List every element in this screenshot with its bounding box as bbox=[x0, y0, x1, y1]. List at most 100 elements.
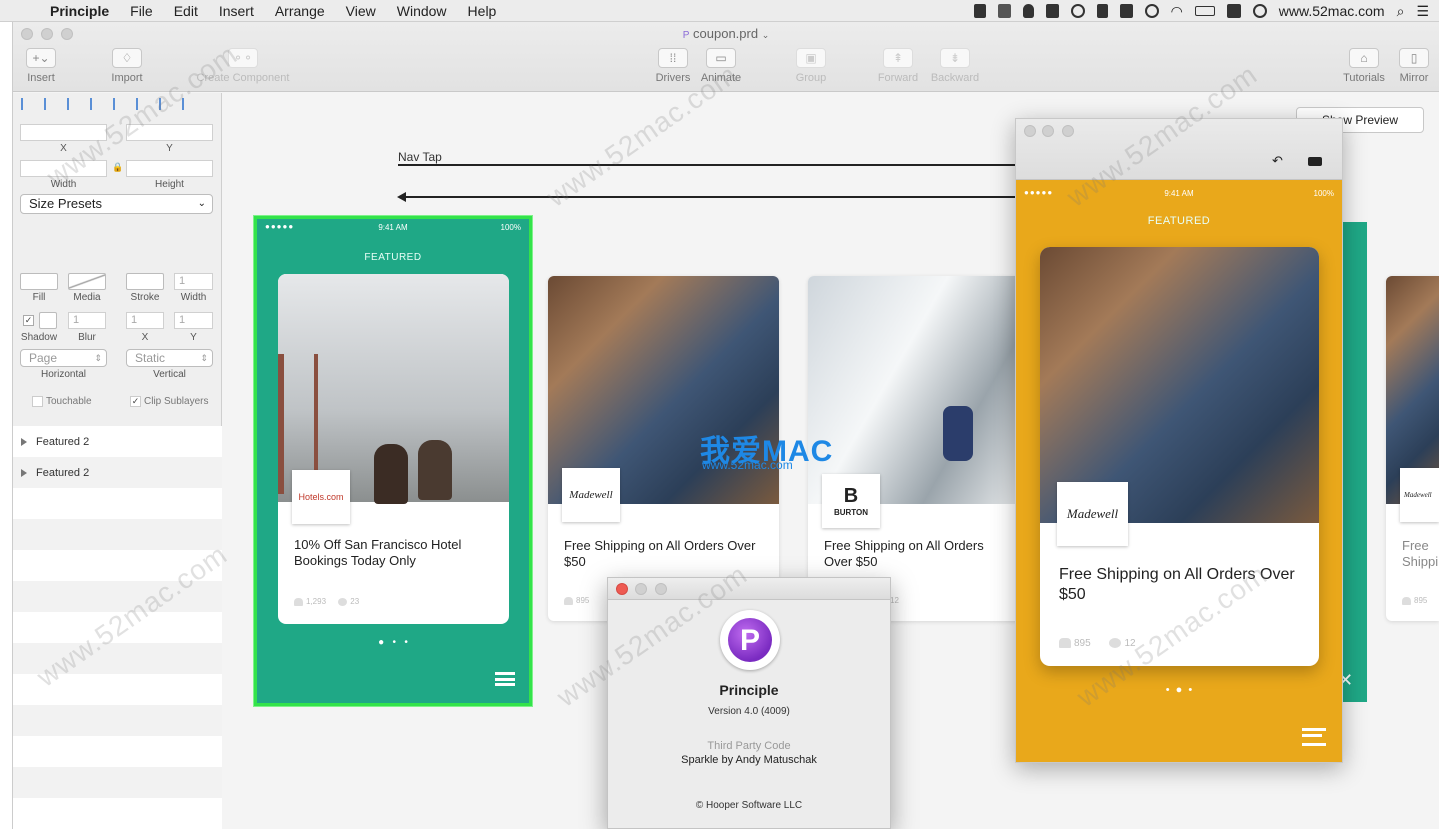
hamburger-menu-icon[interactable] bbox=[1302, 728, 1326, 746]
chevron-down-icon[interactable]: ⌄ bbox=[762, 30, 770, 40]
stroke-width-field[interactable]: 1 bbox=[174, 273, 213, 290]
zoom-button[interactable] bbox=[1062, 125, 1074, 137]
media-swatch[interactable] bbox=[68, 273, 106, 290]
minimize-button[interactable] bbox=[1042, 125, 1054, 137]
height-field[interactable] bbox=[126, 160, 213, 177]
drivers-button[interactable]: ⁞⁞ Drivers bbox=[651, 48, 695, 84]
about-app-name: Principle bbox=[719, 682, 779, 698]
insert-button[interactable]: +⌄ Insert bbox=[21, 48, 61, 84]
height-label: Height bbox=[155, 179, 184, 190]
card-meta: 1,293 23 bbox=[294, 597, 359, 606]
blur-field[interactable]: 1 bbox=[68, 312, 106, 329]
menu-arrange[interactable]: Arrange bbox=[275, 3, 325, 19]
about-third-party-value[interactable]: Sparkle by Andy Matuschak bbox=[608, 754, 890, 766]
group-button[interactable]: ▣ Group bbox=[789, 48, 833, 84]
featured-header: FEATURED bbox=[1147, 215, 1211, 227]
sync-icon[interactable] bbox=[1070, 4, 1085, 18]
menu-insert[interactable]: Insert bbox=[219, 3, 254, 19]
inspector-panel: X Y 🔒 Width Height Size Presets ⌄ 1 Fill… bbox=[13, 93, 222, 829]
hotels-logo: Hotels.com bbox=[292, 470, 350, 524]
broadcast-icon[interactable] bbox=[1096, 4, 1108, 18]
touchable-checkbox[interactable] bbox=[32, 396, 43, 407]
brand-watermark-url: www.52mac.com bbox=[702, 458, 793, 472]
import-icon: ♢ bbox=[112, 48, 142, 68]
chevron-updown-icon: ⇕ bbox=[94, 353, 102, 363]
lock-icon[interactable]: 🔒 bbox=[112, 162, 123, 173]
menu-help[interactable]: Help bbox=[468, 3, 497, 19]
menu-url[interactable]: www.52mac.com bbox=[1279, 3, 1385, 19]
coupon-card-partial[interactable]: Madewell Free Shipping on All Orders Ove… bbox=[1386, 276, 1439, 621]
size-presets-select[interactable]: Size Presets ⌄ bbox=[20, 194, 213, 214]
coupon-card-burton[interactable]: B BURTON Free Shipping on All Orders Ove… bbox=[808, 276, 1028, 621]
shield-icon[interactable] bbox=[1045, 4, 1059, 18]
shadow-y-field[interactable]: 1 bbox=[174, 312, 213, 329]
chevron-down-icon: ⌄ bbox=[197, 198, 206, 209]
heart-icon bbox=[294, 597, 303, 606]
phone-icon: ▯ bbox=[1399, 48, 1429, 68]
align-left-icon[interactable] bbox=[21, 98, 35, 110]
stroke-width-label: Width bbox=[180, 292, 207, 303]
blur-label: Blur bbox=[78, 332, 96, 343]
horizontal-scroll-select[interactable]: Page ⇕ bbox=[20, 349, 107, 367]
battery-icon[interactable] bbox=[1194, 6, 1215, 16]
card-title: Free Shipping on All Orders Over $50 bbox=[1402, 538, 1439, 569]
reset-icon[interactable]: ↶ bbox=[1272, 153, 1283, 169]
time-machine-icon[interactable] bbox=[1144, 4, 1159, 18]
shadow-checkbox[interactable]: ✓ bbox=[23, 315, 34, 326]
close-button[interactable] bbox=[616, 583, 628, 595]
align-top-icon[interactable] bbox=[90, 98, 104, 110]
heart-icon bbox=[564, 596, 573, 605]
align-center-h-icon[interactable] bbox=[44, 98, 58, 110]
card-photo bbox=[278, 274, 509, 504]
layer-row[interactable]: Featured 2 bbox=[13, 426, 222, 457]
vertical-scroll-select[interactable]: Static ⇕ bbox=[126, 349, 213, 367]
hamburger-menu-icon[interactable] bbox=[495, 672, 515, 686]
featured-header: FEATURED bbox=[364, 252, 422, 263]
stroke-swatch[interactable] bbox=[126, 273, 164, 290]
record-video-icon[interactable] bbox=[1308, 157, 1322, 166]
layer-row[interactable]: Featured 2 bbox=[13, 457, 222, 488]
mirror-button[interactable]: ▯ Mirror bbox=[1393, 48, 1435, 84]
comment-icon bbox=[1109, 638, 1122, 649]
plus-icon: +⌄ bbox=[26, 48, 56, 68]
align-right-icon[interactable] bbox=[67, 98, 81, 110]
import-button[interactable]: ♢ Import bbox=[107, 48, 147, 84]
fill-swatch[interactable] bbox=[20, 273, 58, 290]
coupon-card[interactable]: Hotels.com 10% Off San Francisco Hotel B… bbox=[278, 274, 509, 624]
group-icon: ▣ bbox=[796, 48, 826, 68]
minimize-button[interactable] bbox=[635, 583, 647, 595]
disclosure-triangle-icon[interactable] bbox=[21, 437, 27, 446]
menu-view[interactable]: View bbox=[346, 3, 376, 19]
madewell-logo: Madewell bbox=[562, 468, 620, 522]
clock-icon[interactable] bbox=[1252, 4, 1267, 18]
disclosure-triangle-icon[interactable] bbox=[21, 468, 27, 477]
backward-button[interactable]: ⇟ Backward bbox=[927, 48, 983, 84]
notification-center-icon[interactable]: ☰ bbox=[1416, 3, 1429, 20]
qq-icon[interactable] bbox=[1022, 4, 1034, 18]
menu-app-name[interactable]: Principle bbox=[50, 3, 109, 19]
shadow-color-swatch[interactable] bbox=[39, 312, 57, 329]
card-meta: 12 bbox=[890, 596, 899, 605]
hand-icon[interactable] bbox=[973, 4, 986, 18]
status-icon[interactable] bbox=[997, 4, 1011, 18]
clip-sublayers-checkbox[interactable]: ✓ bbox=[130, 396, 141, 407]
close-button[interactable] bbox=[1024, 125, 1036, 137]
wifi-icon[interactable]: ◠ bbox=[1171, 3, 1183, 20]
coupon-card[interactable]: Madewell Free Shipping on All Orders Ove… bbox=[1040, 247, 1319, 666]
menu-extras: ◠ www.52mac.com ⌕ ☰ bbox=[973, 0, 1429, 22]
shadow-x-field[interactable]: 1 bbox=[126, 312, 164, 329]
tutorials-button[interactable]: ⌂ Tutorials bbox=[1339, 48, 1389, 84]
forward-button[interactable]: ⇞ Forward bbox=[875, 48, 921, 84]
menu-edit[interactable]: Edit bbox=[174, 3, 198, 19]
key-icon[interactable] bbox=[1119, 4, 1133, 18]
zoom-button[interactable] bbox=[655, 583, 667, 595]
menu-file[interactable]: File bbox=[130, 3, 153, 19]
document-title: P coupon.prd ⌄ bbox=[682, 26, 770, 41]
about-window: P Principle Version 4.0 (4009) Third Par… bbox=[607, 577, 891, 829]
person-graphic bbox=[418, 440, 452, 500]
clip-sublayers-label: Clip Sublayers bbox=[144, 396, 209, 407]
menu-window[interactable]: Window bbox=[397, 3, 447, 19]
input-method-icon[interactable] bbox=[1226, 4, 1241, 18]
artboard-featured-selected[interactable]: ●●●●● 9:41 AM 100% FEATURED Hotels.com 1… bbox=[254, 216, 532, 706]
spotlight-icon[interactable]: ⌕ bbox=[1397, 3, 1405, 20]
